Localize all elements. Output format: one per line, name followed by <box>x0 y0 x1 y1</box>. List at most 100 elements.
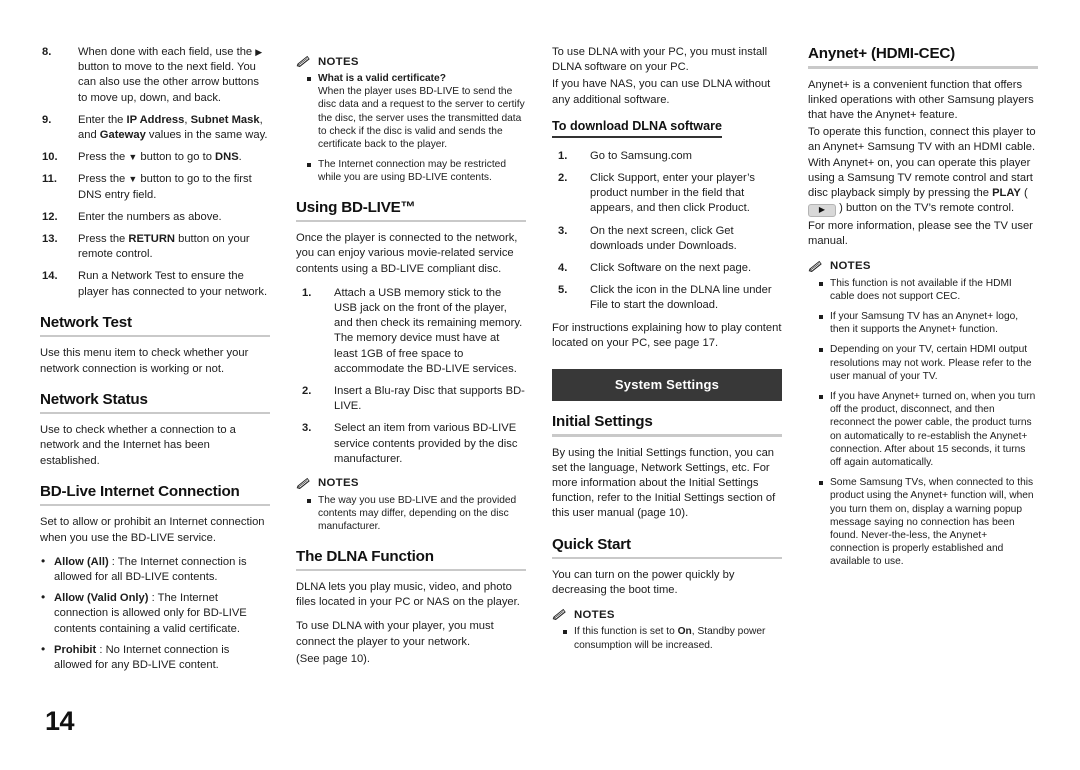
step-number: 4. <box>558 262 568 275</box>
option-term: Allow (Valid Only) <box>54 592 149 605</box>
list-item: 2. Click Support, enter your player’s pr… <box>552 171 782 217</box>
step-text: Enter the numbers as above. <box>78 210 222 223</box>
note-text: If you have Anynet+ turned on, when you … <box>830 390 1036 468</box>
list-item: What is a valid certificate? When the pl… <box>296 72 526 151</box>
step-text: Press the RETURN button on your remote c… <box>78 233 250 261</box>
column-three: To use DLNA with your PC, you must insta… <box>552 45 782 679</box>
step-text: On the next screen, click Get downloads … <box>590 224 737 252</box>
heading-download-dlna-software: To download DLNA software <box>552 119 723 138</box>
notes-block-bd-live: NOTES The way you use BD-LIVE and the pr… <box>296 477 526 534</box>
anynet-para-2-c: ) button on the TV’s remote control. <box>836 202 1015 215</box>
dlna-pc-intro-1: To use DLNA with your PC, you must insta… <box>552 46 768 74</box>
down-arrow-icon: ▼ <box>128 174 138 185</box>
list-item: 11. Press the ▼ button to go to the firs… <box>40 172 270 202</box>
list-item: 14. Run a Network Test to ensure the pla… <box>40 269 270 299</box>
list-item: 8. When done with each field, use the ▶ … <box>40 45 270 106</box>
heading-network-test: Network Test <box>40 313 132 331</box>
heading-rule <box>296 219 526 223</box>
list-item: 12. Enter the numbers as above. <box>40 210 270 225</box>
note-text: This function is not available if the HD… <box>830 277 1012 302</box>
page-number: 14 <box>45 706 75 736</box>
notes-title: NOTES <box>830 260 871 273</box>
pencil-icon <box>808 260 822 272</box>
note-text: The way you use BD-LIVE and the provided… <box>318 494 517 533</box>
step-text: Select an item from various BD-LIVE serv… <box>334 422 518 465</box>
dlna-body-2: To use DLNA with your player, you must c… <box>296 620 494 648</box>
network-setup-steps: 8. When done with each field, use the ▶ … <box>40 45 270 300</box>
column-four: Anynet+ (HDMI-CEC) Anynet+ is a convenie… <box>808 45 1038 679</box>
step-text: Attach a USB memory stick to the USB jac… <box>334 286 523 375</box>
list-item: This function is not available if the HD… <box>808 277 1038 303</box>
notes-block-certificate: NOTES What is a valid certificate? When … <box>296 55 526 185</box>
heading-network-status: Network Status <box>40 390 148 408</box>
list-item: If your Samsung TV has an Anynet+ logo, … <box>808 310 1038 336</box>
heading-quick-start: Quick Start <box>552 535 631 553</box>
heading-rule <box>40 334 270 338</box>
step-number: 3. <box>558 224 568 237</box>
pencil-icon <box>296 477 310 489</box>
list-item: If you have Anynet+ turned on, when you … <box>808 390 1038 469</box>
anynet-para-2-b: ( <box>1020 186 1028 199</box>
notes-header: NOTES <box>296 477 526 490</box>
anynet-para-1: Anynet+ is a convenient function that of… <box>808 78 1034 121</box>
note-text: If your Samsung TV has an Anynet+ logo, … <box>830 310 1019 336</box>
step-text: Run a Network Test to ensure the player … <box>78 270 268 298</box>
initial-settings-body: By using the Initial Settings function, … <box>552 446 776 520</box>
section-banner-system-settings: System Settings <box>552 369 782 402</box>
play-label: PLAY <box>992 186 1021 199</box>
notes-block-anynet: NOTES This function is not available if … <box>808 260 1038 569</box>
step-text: Click Software on the next page. <box>590 262 752 275</box>
notes-list: What is a valid certificate? When the pl… <box>296 72 526 185</box>
dlna-body-3: (See page 10). <box>296 652 371 665</box>
step-text: Click the icon in the DLNA line under Fi… <box>590 284 772 312</box>
notes-list: If this function is set to On, Standby p… <box>552 625 782 651</box>
list-item: 1. Go to Samsung.com <box>552 149 782 164</box>
step-number: 12. <box>42 210 58 223</box>
bdlive-internet-body: Set to allow or prohibit an Internet con… <box>40 516 265 544</box>
heading-rule <box>40 503 270 507</box>
anynet-para-2: To operate this function, connect this p… <box>808 125 1038 218</box>
notes-header: NOTES <box>552 608 782 621</box>
option-term: Allow (All) <box>54 555 109 568</box>
list-item: 3. On the next screen, click Get downloa… <box>552 224 782 254</box>
option-term: Prohibit <box>54 643 97 656</box>
heading-using-bd-live: Using BD-LIVE™ <box>296 198 416 216</box>
list-item: 10. Press the ▼ button to go to DNS. <box>40 150 270 165</box>
step-text: Enter the IP Address, Subnet Mask, and G… <box>78 113 268 142</box>
notes-header: NOTES <box>808 260 1038 273</box>
list-item: 1. Attach a USB memory stick to the USB … <box>296 286 526 377</box>
heading-rule <box>552 434 782 437</box>
list-item: Allow (All) : The Internet connection is… <box>40 554 270 585</box>
step-number: 8. <box>42 46 52 58</box>
step-number: 13. <box>42 233 58 246</box>
notes-title: NOTES <box>318 55 359 68</box>
list-item: Allow (Valid Only) : The Internet connec… <box>40 590 270 637</box>
note-value-on: On <box>677 626 692 638</box>
list-item: 2. Insert a Blu-ray Disc that supports B… <box>296 384 526 414</box>
heading-initial-settings: Initial Settings <box>552 413 653 431</box>
down-arrow-icon: ▼ <box>128 152 138 163</box>
step-number: 2. <box>558 172 568 185</box>
page-columns: 8. When done with each field, use the ▶ … <box>40 45 1040 679</box>
list-item: Some Samsung TVs, when connected to this… <box>808 476 1038 568</box>
quick-start-body: You can turn on the power quickly by dec… <box>552 569 735 597</box>
list-item: 13. Press the RETURN button on your remo… <box>40 232 270 262</box>
list-item: If this function is set to On, Standby p… <box>552 625 782 651</box>
anynet-para-3: For more information, please see the TV … <box>808 220 1033 248</box>
note-text: Some Samsung TVs, when connected to this… <box>830 477 1034 568</box>
notes-list: This function is not available if the HD… <box>808 277 1038 569</box>
list-item: 3. Select an item from various BD-LIVE s… <box>296 421 526 467</box>
step-number: 1. <box>558 149 568 162</box>
step-number: 11. <box>42 173 57 186</box>
list-item: Depending on your TV, certain HDMI outpu… <box>808 343 1038 383</box>
pencil-icon <box>552 609 566 621</box>
list-item: The Internet connection may be restricte… <box>296 158 526 184</box>
bdlive-options-list: Allow (All) : The Internet connection is… <box>40 554 270 673</box>
notes-title: NOTES <box>318 477 359 490</box>
step-number: 2. <box>302 384 312 397</box>
list-item: 5. Click the icon in the DLNA line under… <box>552 283 782 313</box>
step-text: Press the ▼ button to go to the first DN… <box>78 173 252 201</box>
right-arrow-icon: ▶ <box>255 47 263 57</box>
dlna-body-1: DLNA lets you play music, video, and pho… <box>296 581 520 609</box>
heading-dlna-function: The DLNA Function <box>296 547 434 565</box>
